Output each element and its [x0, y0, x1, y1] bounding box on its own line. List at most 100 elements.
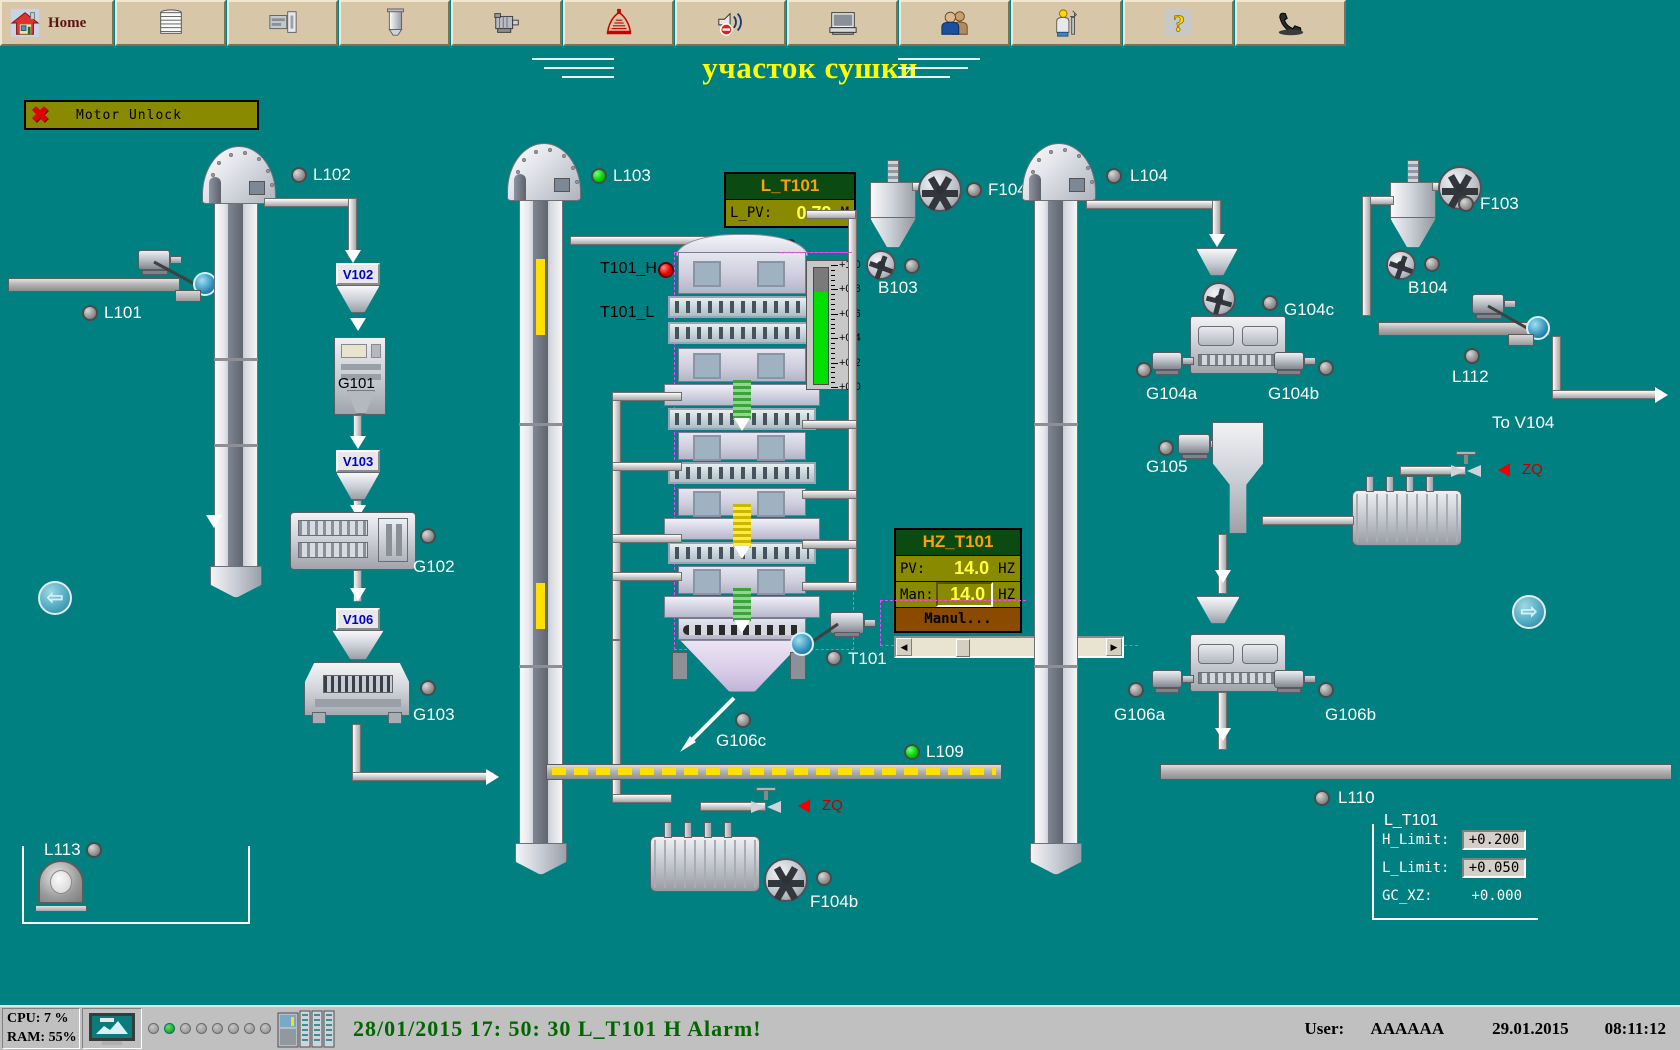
toolbar-button-phone[interactable]: [1235, 0, 1346, 46]
elevator-l102: [214, 198, 258, 568]
crusher-roll: [1198, 326, 1234, 346]
hopper-v102: [336, 285, 380, 313]
limits-h-input[interactable]: +0.200: [1462, 830, 1526, 850]
lamp-l102[interactable]: [291, 167, 307, 183]
status-bar: CPU: 7 % RAM: 55%: [0, 1005, 1680, 1050]
tower-window: [757, 261, 785, 287]
lamp-l109[interactable]: [904, 744, 920, 760]
gauge-minor-tick: [831, 328, 835, 329]
toolbar-button-maintenance[interactable]: [1011, 0, 1122, 46]
limits-row-gc: GC_XZ: +0.000: [1382, 884, 1538, 908]
elevator-l104-head: [1022, 143, 1096, 201]
limits-row-h[interactable]: H_Limit: +0.200: [1382, 828, 1538, 852]
lamp-b103[interactable]: [904, 258, 920, 274]
l113-motor-drum: [38, 860, 84, 912]
arrow-to-g104: [1209, 234, 1225, 247]
valve-zq-bottom[interactable]: [751, 798, 781, 814]
elevator-l102-flow-arrow: [206, 515, 222, 528]
panel-frequency-man-row[interactable]: Man: 14.0 HZ: [896, 582, 1020, 608]
toolbar-button-computer[interactable]: [787, 0, 898, 46]
panel-frequency-t101[interactable]: HZ_T101 PV: 14.0 HZ Man: 14.0 HZ Manul..…: [894, 528, 1022, 633]
lamp-g106a[interactable]: [1128, 682, 1144, 698]
lamp-l104[interactable]: [1106, 168, 1122, 184]
speaker-mute-icon: [716, 8, 746, 38]
fan-f104a: [918, 168, 962, 212]
tag-f103: F103: [1480, 194, 1519, 214]
lamp-l113[interactable]: [86, 842, 102, 858]
frequency-mode-button[interactable]: Manul...: [896, 608, 1020, 631]
lamp-g104a[interactable]: [1136, 362, 1152, 378]
comm-indicator: [228, 1023, 239, 1034]
lamp-l103[interactable]: [591, 168, 607, 184]
toolbar-button-sound-mute[interactable]: [675, 0, 786, 46]
slider-increase-button[interactable]: ▶: [1106, 638, 1122, 656]
belt-material-center: [552, 768, 996, 775]
pipe-tower-right-riser: [848, 210, 857, 590]
lamp-f104a[interactable]: [966, 182, 982, 198]
toolbar-button-help[interactable]: ?: [1123, 0, 1234, 46]
valve-zq-right[interactable]: [1451, 462, 1481, 478]
plc-icon: [277, 1009, 335, 1049]
valve-v103[interactable]: V103: [336, 450, 380, 472]
lamp-b104[interactable]: [1424, 256, 1440, 272]
slider-thumb[interactable]: [956, 639, 970, 657]
gauge-minor-tick: [831, 270, 835, 271]
frequency-slider[interactable]: ◀ ▶: [894, 636, 1124, 658]
toolbar-button-alarm-bell[interactable]: [563, 0, 674, 46]
lamp-g102[interactable]: [420, 528, 436, 544]
lamp-g104b[interactable]: [1318, 360, 1334, 376]
lamp-l110[interactable]: [1314, 790, 1330, 806]
toolbar-button-machinery[interactable]: [227, 0, 338, 46]
motor-unlock-button[interactable]: ✖ Motor Unlock: [24, 100, 259, 130]
tank-icon: [380, 8, 410, 38]
toolbar-button-users[interactable]: [899, 0, 1010, 46]
lamp-f103[interactable]: [1458, 196, 1474, 212]
lamp-g103[interactable]: [420, 680, 436, 696]
toolbar-button-tank[interactable]: [339, 0, 450, 46]
pipe-to-v104: [1552, 390, 1662, 399]
limits-l-input[interactable]: +0.050: [1462, 858, 1526, 878]
lamp-g106c[interactable]: [735, 712, 751, 728]
pipe-to-v104-riser: [1552, 336, 1561, 398]
toolbar-button-silo-list[interactable]: [115, 0, 226, 46]
tag-l109: L109: [926, 742, 964, 762]
plc-rack-icon[interactable]: [277, 1008, 335, 1049]
toolbar-button-home[interactable]: Home: [0, 0, 114, 46]
lamp-t101-h-alarm[interactable]: [658, 262, 674, 278]
lamp-f104b[interactable]: [816, 870, 832, 886]
panel-level-t101[interactable]: L_T101 L_PV: 0.79 M: [724, 172, 856, 228]
slider-decrease-button[interactable]: ◀: [896, 638, 912, 656]
nav-previous-button[interactable]: ⇦: [38, 581, 72, 615]
tower-window: [757, 435, 785, 461]
lamp-t101[interactable]: [826, 650, 842, 666]
lamp-g105[interactable]: [1158, 440, 1174, 456]
lamp-l101[interactable]: [82, 305, 98, 321]
cpu-value: 7 %: [44, 1011, 69, 1026]
lamp-g104c[interactable]: [1262, 295, 1278, 311]
toolbar-button-motor[interactable]: [451, 0, 562, 46]
rotary-valve-b104: [1386, 250, 1416, 280]
tag-g105: G105: [1146, 457, 1188, 477]
lamp-g106b[interactable]: [1318, 682, 1334, 698]
limits-l-key: L_Limit:: [1382, 860, 1462, 876]
limits-panel-title: L_T101: [1380, 812, 1442, 830]
limits-row-l[interactable]: L_Limit: +0.050: [1382, 856, 1538, 880]
pipe-tower-left-branch-3: [612, 534, 682, 543]
valve-v106[interactable]: V106: [336, 608, 380, 630]
crusher-roll: [1242, 326, 1278, 346]
g103-support-left: [312, 712, 326, 724]
nav-next-button[interactable]: ⇨: [1512, 595, 1546, 629]
valve-v102[interactable]: V102: [336, 263, 380, 285]
frequency-setpoint-input[interactable]: 14.0: [936, 582, 993, 607]
hmi-thumbnail-button[interactable]: [82, 1008, 142, 1049]
zq-right-arrow: [1498, 463, 1510, 477]
gauge-minor-tick: [831, 280, 835, 281]
home-icon: [10, 8, 40, 38]
hopper-g106: [1196, 596, 1240, 624]
arrow-g103-to-belt: [486, 769, 499, 785]
lamp-l112[interactable]: [1464, 348, 1480, 364]
tower-discharge-cone: [680, 640, 804, 692]
tag-g103: G103: [413, 705, 455, 725]
alarm-bell-icon: [604, 8, 634, 38]
users-icon: [940, 8, 970, 38]
